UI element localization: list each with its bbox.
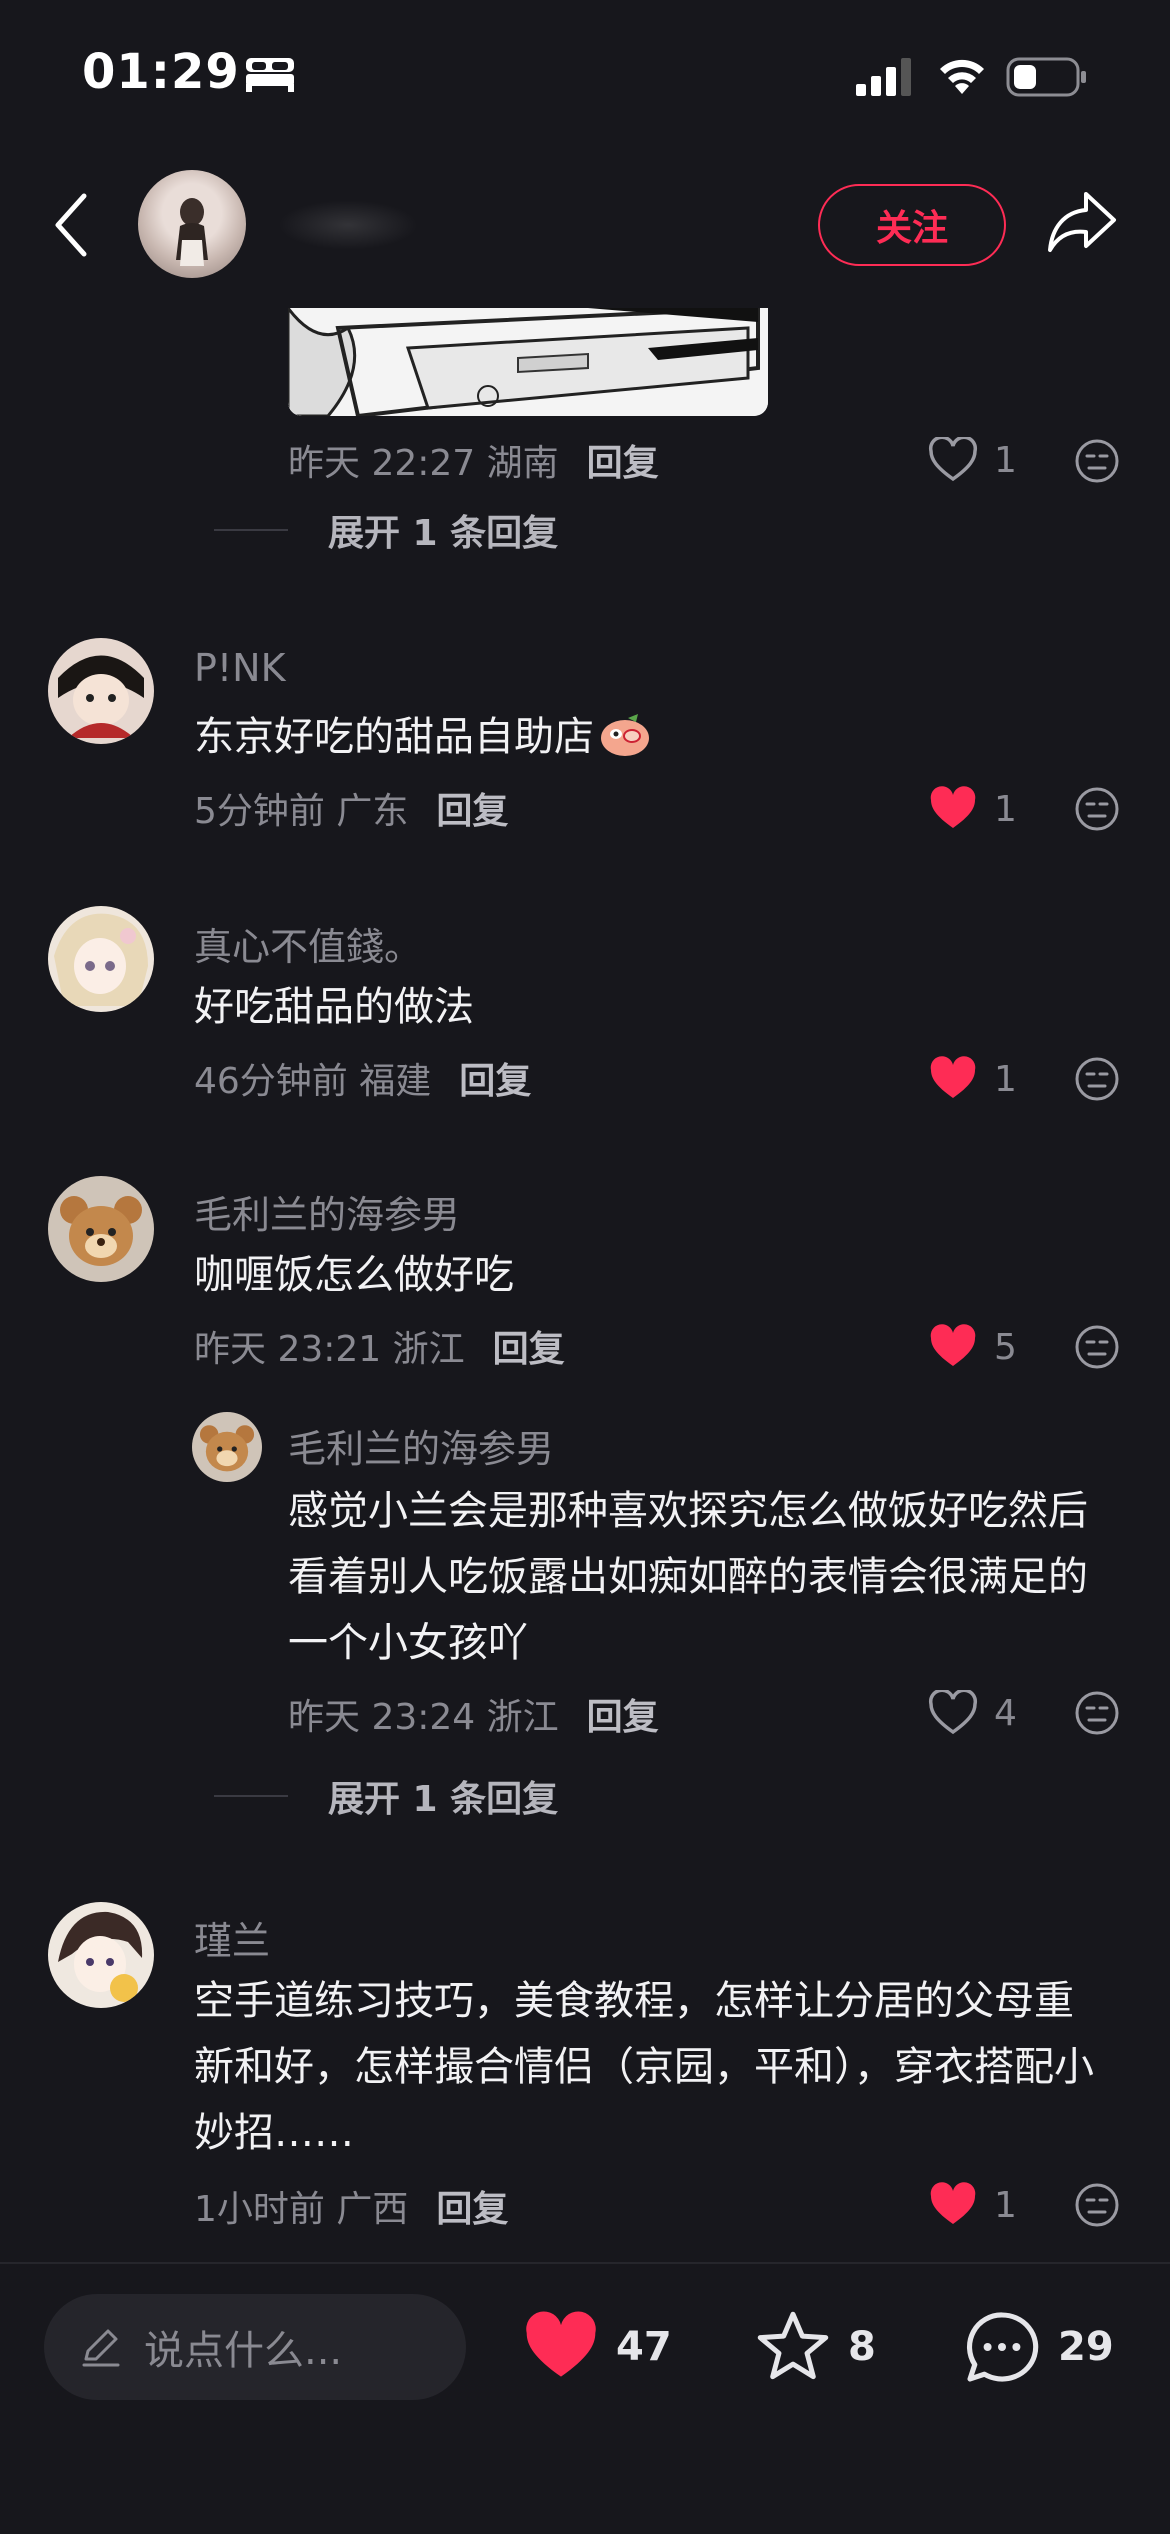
comment-username[interactable]: 瑾兰: [194, 1910, 270, 1965]
heart-outline-icon: [928, 1690, 978, 1735]
comment-time-location: 昨天 23:21 浙江: [194, 1329, 465, 1370]
heart-filled-icon: [930, 1324, 976, 1366]
heart-outline-icon: [928, 437, 978, 482]
comment-text: 空手道练习技巧，美食教程，怎样让分居的父母重 新和好，怎样撮合情侣（京园，平和）…: [194, 1968, 1094, 2166]
dislike-face-icon[interactable]: [1074, 438, 1120, 484]
chat-bubble-icon: [966, 2312, 1039, 2382]
comment-time-location: 46分钟前 福建: [194, 1061, 432, 1102]
comment-username[interactable]: 真心不值錢。: [194, 916, 422, 971]
comment-like[interactable]: 1: [928, 437, 1017, 483]
comment-like[interactable]: 4: [928, 1690, 1017, 1736]
comment-text: 咖喱饭怎么做好吃: [194, 1252, 514, 1298]
like-count: 5: [994, 1326, 1017, 1368]
star-outline-icon: [757, 2311, 829, 2380]
reply-button[interactable]: 回复: [587, 1697, 659, 1738]
pencil-icon: [82, 2329, 120, 2367]
avatar[interactable]: [48, 1176, 154, 1282]
comment-meta: 5分钟前 广东 回复: [194, 782, 508, 834]
expand-replies-button[interactable]: 展开 1 条回复: [214, 504, 558, 556]
heart-filled-icon: [930, 786, 976, 828]
reply-button[interactable]: 回复: [493, 1329, 565, 1370]
expand-label: 展开 1 条回复: [328, 513, 559, 554]
battery-icon: [1006, 57, 1086, 97]
comment-time-location: 昨天 22:27 湖南: [288, 443, 559, 484]
heart-filled-icon: [930, 2182, 976, 2224]
like-button[interactable]: 47: [522, 2300, 672, 2394]
divider: [214, 1795, 288, 1797]
comment-text-line: 空手道练习技巧，美食教程，怎样让分居的父母重: [194, 1978, 1074, 2024]
author-name-blurred: [278, 200, 418, 250]
reply-text: 感觉小兰会是那种喜欢探究怎么做饭好吃然后 看着别人吃饭露出如痴如醉的表情会很满足…: [288, 1478, 1088, 1676]
favorite-button[interactable]: 8: [754, 2300, 876, 2394]
comment-username[interactable]: 毛利兰的海参男: [194, 1184, 460, 1239]
comment-count: 29: [1058, 2324, 1114, 2370]
reply-text-line: 感觉小兰会是那种喜欢探究怎么做饭好吃然后: [288, 1488, 1088, 1534]
candy-face-emoji-icon: [601, 714, 649, 756]
comment-meta: 1小时前 广西 回复: [194, 2180, 508, 2232]
comment-meta: 昨天 22:27 湖南 回复: [288, 434, 659, 486]
reply-button[interactable]: 回复: [459, 1061, 531, 1102]
like-count: 1: [994, 439, 1017, 481]
favorite-count: 8: [848, 2324, 876, 2370]
comment-text-line: 新和好，怎样撮合情侣（京园，平和），穿衣搭配小: [194, 2044, 1094, 2090]
reply-button[interactable]: 回复: [436, 791, 508, 832]
dislike-face-icon[interactable]: [1074, 786, 1120, 832]
share-icon[interactable]: [1046, 188, 1118, 256]
avatar[interactable]: [48, 1902, 154, 2008]
avatar[interactable]: [192, 1412, 262, 1482]
cellular-signal-icon: [856, 58, 911, 96]
input-placeholder: 说点什么...: [144, 2328, 343, 2374]
comment-meta: 46分钟前 福建 回复: [194, 1052, 531, 1104]
dislike-face-icon[interactable]: [1074, 1690, 1120, 1736]
reply-username[interactable]: 毛利兰的海参男: [288, 1418, 554, 1473]
like-count: 4: [994, 1692, 1017, 1734]
comment-text-content: 东京好吃的甜品自助店: [194, 714, 594, 760]
expand-replies-button[interactable]: 展开 1 条回复: [214, 1770, 558, 1822]
reply-button[interactable]: 回复: [436, 2189, 508, 2230]
comment-time-location: 1小时前 广西: [194, 2189, 409, 2230]
status-time: 01:29: [82, 44, 240, 100]
like-count: 1: [994, 788, 1017, 830]
comment-meta: 昨天 23:24 浙江 回复: [288, 1688, 659, 1740]
like-count: 1: [994, 1058, 1017, 1100]
avatar[interactable]: [48, 638, 154, 744]
comment-username[interactable]: P!NK: [194, 646, 286, 690]
sleep-focus-icon: [246, 58, 294, 92]
comment-input[interactable]: 说点什么...: [44, 2294, 466, 2400]
reply-button[interactable]: 回复: [587, 443, 659, 484]
heart-filled-icon: [930, 1056, 976, 1098]
like-count: 47: [616, 2324, 672, 2370]
dislike-face-icon[interactable]: [1074, 1324, 1120, 1370]
wifi-icon: [940, 59, 984, 94]
avatar[interactable]: [48, 906, 154, 1012]
heart-filled-icon: [526, 2311, 596, 2377]
back-arrow-icon[interactable]: [50, 190, 94, 260]
comment-like[interactable]: 1: [928, 2182, 1017, 2228]
comment-like[interactable]: 5: [928, 1324, 1017, 1370]
divider: [214, 529, 288, 531]
dislike-face-icon[interactable]: [1074, 2182, 1120, 2228]
comment-like[interactable]: 1: [928, 786, 1017, 832]
comment-button[interactable]: 29: [962, 2300, 1114, 2394]
dislike-face-icon[interactable]: [1074, 1056, 1120, 1102]
like-count: 1: [994, 2184, 1017, 2226]
comment-time-location: 5分钟前 广东: [194, 791, 409, 832]
expand-label: 展开 1 条回复: [328, 1779, 559, 1820]
comment-text-line: 妙招……: [194, 2110, 354, 2156]
follow-button[interactable]: 关注: [818, 184, 1006, 266]
comment-image[interactable]: [288, 308, 768, 416]
comment-like[interactable]: 1: [928, 1056, 1017, 1102]
reply-text-line: 一个小女孩吖: [288, 1620, 528, 1666]
comment-text: 好吃甜品的做法: [194, 984, 474, 1030]
comment-time-location: 昨天 23:24 浙江: [288, 1697, 559, 1738]
reply-text-line: 看着别人吃饭露出如痴如醉的表情会很满足的: [288, 1554, 1088, 1600]
comment-text: 东京好吃的甜品自助店: [194, 704, 652, 770]
author-avatar[interactable]: [138, 170, 246, 278]
comment-meta: 昨天 23:21 浙江 回复: [194, 1320, 565, 1372]
